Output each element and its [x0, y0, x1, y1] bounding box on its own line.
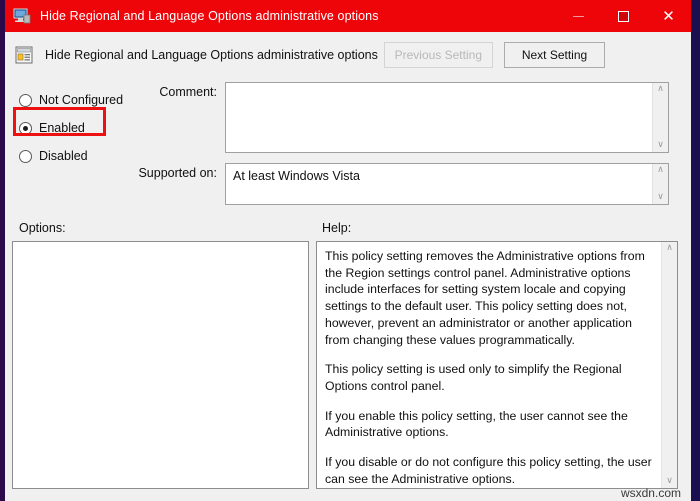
comment-value [226, 83, 668, 152]
title-bar: Hide Regional and Language Options admin… [5, 0, 691, 32]
group-policy-setting-dialog: Hide Regional and Language Options admin… [0, 0, 700, 501]
supported-on-label: Supported on: [135, 163, 225, 180]
radio-not-configured-icon [19, 94, 32, 107]
help-label: Help: [322, 221, 351, 235]
scroll-up-icon[interactable]: ∧ [657, 166, 664, 175]
policy-setting-icon [14, 45, 34, 65]
supported-on-scrollbar[interactable]: ∧ ∨ [652, 164, 668, 204]
maximize-button[interactable] [601, 0, 646, 32]
help-paragraph-2: This policy setting is used only to simp… [325, 361, 653, 394]
close-button[interactable]: ✕ [646, 0, 691, 32]
policy-state-radio-group: Not Configured Enabled Disabled [5, 82, 135, 208]
window-controls: ✕ [556, 0, 691, 32]
scroll-down-icon[interactable]: ∨ [666, 477, 673, 486]
help-scrollbar[interactable]: ∧ ∨ [661, 242, 677, 488]
comment-textbox[interactable]: ∧ ∨ [225, 82, 669, 153]
minimize-button[interactable] [556, 0, 601, 32]
state-and-metadata-section: Not Configured Enabled Disabled Comment:… [5, 78, 691, 208]
options-pane[interactable] [12, 241, 309, 489]
help-text: This policy setting removes the Administ… [317, 242, 677, 488]
radio-not-configured-label: Not Configured [39, 93, 123, 107]
radio-not-configured[interactable]: Not Configured [19, 86, 135, 114]
watermark: wsxdn.com [621, 486, 681, 500]
setting-navigation: Previous Setting Next Setting [384, 42, 691, 68]
window-title: Hide Regional and Language Options admin… [40, 9, 556, 23]
help-pane: This policy setting removes the Administ… [316, 241, 678, 489]
options-content [13, 242, 308, 488]
comment-scrollbar[interactable]: ∧ ∨ [652, 83, 668, 152]
radio-disabled[interactable]: Disabled [19, 142, 135, 170]
scroll-up-icon[interactable]: ∧ [666, 244, 673, 253]
supported-on-field-row: Supported on: At least Windows Vista ∧ ∨ [135, 163, 691, 205]
scroll-down-icon[interactable]: ∨ [657, 141, 664, 150]
policy-header: Hide Regional and Language Options admin… [5, 32, 691, 78]
panes-label-row: Options: Help: [5, 208, 691, 241]
radio-enabled-icon [19, 122, 32, 135]
options-label: Options: [19, 221, 322, 235]
computer-monitor-icon [13, 8, 31, 24]
scroll-up-icon[interactable]: ∧ [657, 85, 664, 94]
policy-title: Hide Regional and Language Options admin… [45, 48, 384, 62]
comment-field-row: Comment: ∧ ∨ [135, 82, 691, 153]
radio-enabled-label: Enabled [39, 121, 85, 135]
scroll-down-icon[interactable]: ∨ [657, 193, 664, 202]
metadata-fields: Comment: ∧ ∨ Supported on: At least Wind… [135, 82, 691, 208]
help-paragraph-4: If you disable or do not configure this … [325, 454, 653, 487]
close-icon: ✕ [662, 9, 675, 24]
comment-label: Comment: [135, 82, 225, 99]
radio-disabled-label: Disabled [39, 149, 88, 163]
help-paragraph-3: If you enable this policy setting, the u… [325, 408, 653, 441]
panes-container: This policy setting removes the Administ… [5, 241, 691, 489]
radio-disabled-icon [19, 150, 32, 163]
radio-enabled[interactable]: Enabled [19, 114, 135, 142]
next-setting-button[interactable]: Next Setting [504, 42, 605, 68]
help-paragraph-1: This policy setting removes the Administ… [325, 248, 653, 348]
previous-setting-button[interactable]: Previous Setting [384, 42, 493, 68]
supported-on-textbox[interactable]: At least Windows Vista ∧ ∨ [225, 163, 669, 205]
supported-on-value: At least Windows Vista [226, 164, 668, 204]
field-spacer [135, 153, 691, 163]
